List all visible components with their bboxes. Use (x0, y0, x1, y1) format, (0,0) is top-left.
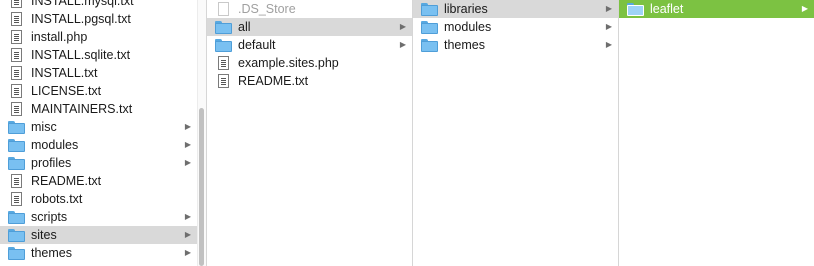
item-name: scripts (31, 210, 68, 224)
document-icon (218, 56, 229, 70)
item-name: README.txt (31, 174, 102, 188)
chevron-right-icon: ▶ (605, 40, 612, 49)
folder-icon (421, 20, 438, 34)
document-icon (218, 2, 229, 16)
list-item[interactable]: install.php (0, 28, 197, 46)
list-item[interactable]: sites ▶ (0, 226, 197, 244)
scrollbar-thumb[interactable] (199, 108, 204, 266)
column-1-list: INSTALL.mysql.txt INSTALL.pgsql.txt instal… (0, 0, 197, 262)
folder-icon (8, 156, 25, 170)
item-name: INSTALL.pgsql.txt (31, 12, 131, 26)
list-item[interactable]: INSTALL.txt (0, 64, 197, 82)
folder-icon (8, 210, 25, 224)
document-icon (11, 66, 22, 80)
list-item[interactable]: .DS_Store (207, 0, 412, 18)
folder-icon (215, 20, 232, 34)
chevron-right-icon: ▶ (184, 230, 191, 239)
list-item[interactable]: robots.txt (0, 190, 197, 208)
item-name: all (238, 20, 251, 34)
chevron-right-icon: ▶ (184, 248, 191, 257)
item-name: profiles (31, 156, 72, 170)
list-item[interactable]: all ▶ (207, 18, 412, 36)
chevron-right-icon: ▶ (605, 4, 612, 13)
item-name: install.php (31, 30, 88, 44)
folder-icon (8, 120, 25, 134)
item-name: robots.txt (31, 192, 83, 206)
document-icon (218, 74, 229, 88)
list-item[interactable]: modules ▶ (413, 18, 618, 36)
item-name: LICENSE.txt (31, 84, 102, 98)
item-name: misc (31, 120, 57, 134)
list-item[interactable]: LICENSE.txt (0, 82, 197, 100)
item-name: modules (31, 138, 79, 152)
folder-icon (627, 2, 644, 16)
folder-icon (421, 2, 438, 16)
column-1: INSTALL.mysql.txt INSTALL.pgsql.txt instal… (0, 0, 207, 266)
list-item[interactable]: README.txt (207, 72, 412, 90)
folder-icon (8, 228, 25, 242)
document-icon (11, 102, 22, 116)
document-icon (11, 12, 22, 26)
column-3-list: libraries ▶ modules ▶ themes ▶ (413, 0, 618, 54)
list-item[interactable]: themes ▶ (0, 244, 197, 262)
column-browser: INSTALL.mysql.txt INSTALL.pgsql.txt instal… (0, 0, 814, 266)
column-2-list: .DS_Storeall ▶ default ▶ example.sites.php RE… (207, 0, 412, 90)
document-icon (11, 30, 22, 44)
list-item[interactable]: modules ▶ (0, 136, 197, 154)
item-name: example.sites.php (238, 56, 339, 70)
item-name: default (238, 38, 276, 52)
list-item[interactable]: profiles ▶ (0, 154, 197, 172)
item-name: leaflet (650, 2, 684, 16)
folder-icon (215, 38, 232, 52)
folder-icon (8, 138, 25, 152)
chevron-right-icon: ▶ (605, 22, 612, 31)
list-item[interactable]: themes ▶ (413, 36, 618, 54)
item-name: MAINTAINERS.txt (31, 102, 133, 116)
item-name: INSTALL.txt (31, 66, 98, 80)
column-3: libraries ▶ modules ▶ themes ▶ (413, 0, 619, 266)
document-icon (11, 48, 22, 62)
document-icon (11, 0, 22, 8)
column-2: .DS_Storeall ▶ default ▶ example.sites.php RE… (207, 0, 413, 266)
list-item[interactable]: example.sites.php (207, 54, 412, 72)
list-item[interactable]: leaflet ▶ (619, 0, 814, 18)
column-4-list: leaflet ▶ (619, 0, 814, 18)
document-icon (11, 84, 22, 98)
list-item[interactable]: misc ▶ (0, 118, 197, 136)
chevron-right-icon: ▶ (399, 22, 406, 31)
list-item[interactable]: MAINTAINERS.txt (0, 100, 197, 118)
list-item[interactable]: INSTALL.sqlite.txt (0, 46, 197, 64)
column-4: leaflet ▶ (619, 0, 814, 266)
folder-icon (421, 38, 438, 52)
chevron-right-icon: ▶ (801, 4, 808, 13)
list-item[interactable]: README.txt (0, 172, 197, 190)
list-item[interactable]: INSTALL.pgsql.txt (0, 10, 197, 28)
item-name: README.txt (238, 74, 309, 88)
chevron-right-icon: ▶ (184, 158, 191, 167)
chevron-right-icon: ▶ (399, 40, 406, 49)
chevron-right-icon: ▶ (184, 122, 191, 131)
item-name: sites (31, 228, 57, 242)
scrollbar[interactable] (197, 0, 206, 266)
list-item[interactable]: libraries ▶ (413, 0, 618, 18)
list-item[interactable]: scripts ▶ (0, 208, 197, 226)
chevron-right-icon: ▶ (184, 212, 191, 221)
item-name: themes (444, 38, 485, 52)
list-item[interactable]: default ▶ (207, 36, 412, 54)
chevron-right-icon: ▶ (184, 140, 191, 149)
item-name: .DS_Store (238, 2, 296, 16)
document-icon (11, 192, 22, 206)
item-name: INSTALL.sqlite.txt (31, 48, 131, 62)
list-item[interactable]: INSTALL.mysql.txt (0, 0, 197, 10)
item-name: INSTALL.mysql.txt (31, 0, 134, 8)
document-icon (11, 174, 22, 188)
item-name: modules (444, 20, 492, 34)
item-name: libraries (444, 2, 488, 16)
item-name: themes (31, 246, 72, 260)
folder-icon (8, 246, 25, 260)
